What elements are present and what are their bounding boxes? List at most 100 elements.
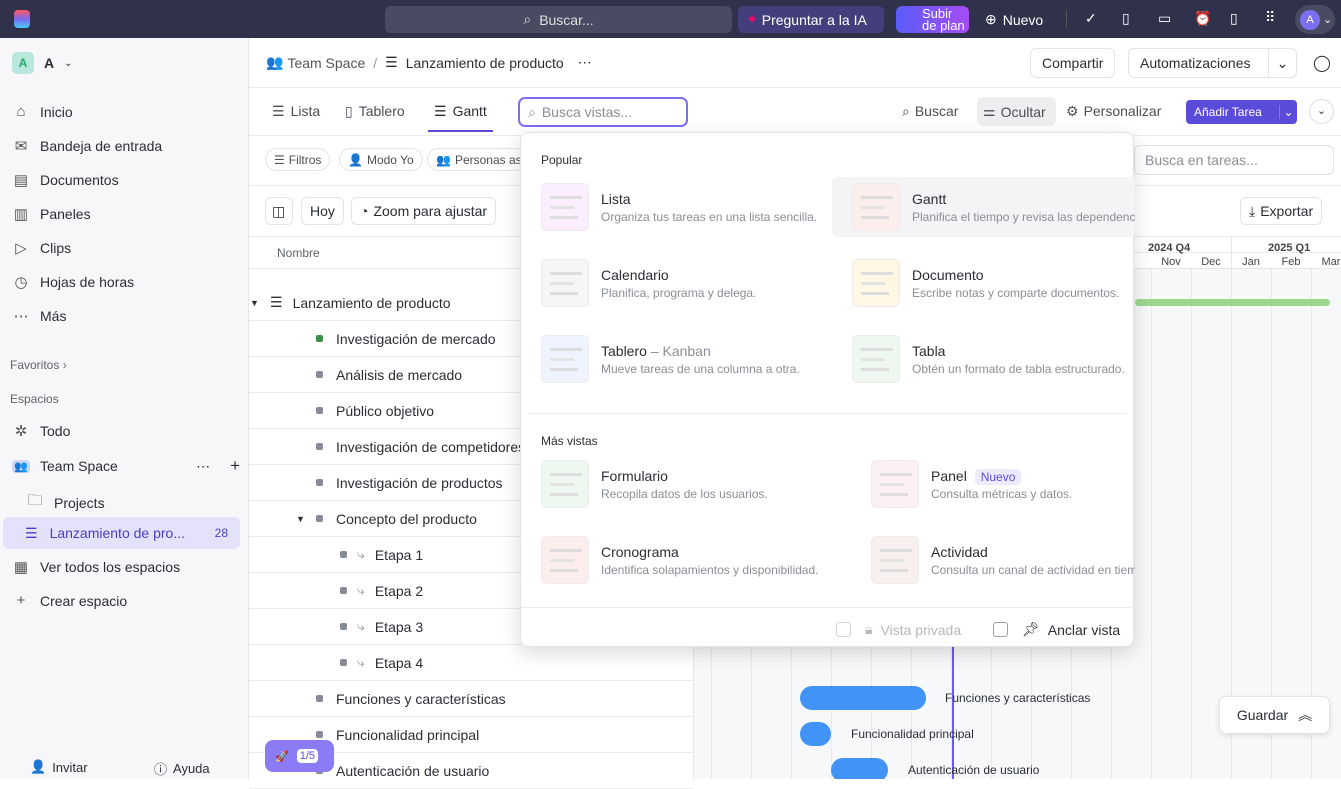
month-label: Dec [1201, 256, 1221, 268]
share-button[interactable]: Compartir [1030, 48, 1116, 78]
collapse-toolbar-button[interactable]: ⌄ [1309, 99, 1334, 124]
column-header-name[interactable]: Nombre [277, 246, 320, 260]
user-plus-icon: 👤 [30, 759, 47, 774]
upgrade-button[interactable]: Subir de plan [896, 6, 969, 33]
status-dot[interactable] [340, 551, 347, 558]
table-row[interactable]: ⤷ Etapa 4 [249, 645, 693, 681]
tab-2[interactable]: ☰ Gantt [428, 103, 493, 132]
today-button[interactable]: Hoy [301, 197, 344, 225]
gantt-bar[interactable] [800, 686, 926, 710]
alarm-icon[interactable]: ⏰ [1194, 10, 1211, 27]
plus-icon: + [16, 592, 26, 609]
more-icon[interactable]: ⋯ [578, 54, 592, 71]
download-icon: ⤓ [1249, 202, 1256, 219]
gantt-bar-label: Funcionalidad principal [851, 727, 974, 741]
view-option[interactable]: Formulario Recopila datos de los usuarios… [521, 454, 821, 514]
onboarding-pager[interactable]: 🚀 1/5 [265, 740, 334, 772]
caret-down-icon[interactable]: ▼ [296, 514, 305, 524]
zoom-fit-button[interactable]: ◔ Zoom para ajustar [351, 197, 497, 225]
plus-icon[interactable]: + [230, 456, 240, 476]
tab-0[interactable]: ☰ Lista [272, 103, 320, 120]
view-option[interactable]: Lista Organiza tus tareas en una lista se… [521, 177, 821, 237]
save-button[interactable]: Guardar ︽ [1219, 696, 1330, 734]
sidebar-item-3[interactable]: ▥ Paneles [12, 205, 91, 223]
view-option[interactable]: Calendario Planifica, programa y delega. [521, 253, 821, 313]
subtask-icon: ⤷ [357, 546, 365, 562]
more-icon[interactable]: ⋯ [196, 458, 210, 475]
page-title[interactable]: Lanzamiento de producto [406, 55, 564, 71]
sidebar-item-see-all-spaces[interactable]: ▦ Ver todos los espacios [12, 558, 180, 576]
view-option[interactable]: Tablero – Kanban Mueve tareas de una colu… [521, 329, 821, 389]
view-search-input[interactable]: ⌕ Busca vistas... [518, 97, 688, 127]
view-option[interactable]: Documento Escribe notas y comparte docume… [832, 253, 1135, 313]
export-button[interactable]: ⤓ Exportar [1240, 197, 1323, 225]
add-task-button[interactable]: Añadir Tarea ⌄ [1186, 100, 1297, 124]
hide-button[interactable]: ⚌ Ocultar [977, 97, 1056, 126]
sparkle-icon: ✦ [746, 11, 758, 27]
sidebar-item-create-space[interactable]: + Crear espacio [12, 592, 128, 609]
sidebar-item-5[interactable]: ◷ Hojas de horas [12, 273, 134, 291]
view-thumbnail [541, 183, 589, 231]
private-view-toggle[interactable]: 🔒︎ Vista privada [836, 621, 961, 638]
task-search-input[interactable]: Busca en tareas... [1134, 145, 1334, 175]
automations-button[interactable]: Automatizaciones ⌄ [1128, 48, 1297, 78]
sidebar-item-all[interactable]: ✲ Todo [12, 422, 71, 440]
tab-1[interactable]: ▯ Tablero [345, 103, 405, 120]
assignees-chip[interactable]: 👥Personas asignadas [427, 148, 527, 171]
sidebar-item-projects[interactable]: 🗀 Projects [26, 490, 104, 515]
status-dot[interactable] [340, 587, 347, 594]
status-dot[interactable] [340, 623, 347, 630]
status-dot[interactable] [316, 515, 323, 522]
sidebar-item-1[interactable]: ✉ Bandeja de entrada [12, 137, 163, 155]
me-mode-chip[interactable]: 👤 Modo Yo [339, 148, 423, 171]
favorites-section[interactable]: Favoritos › [10, 358, 67, 372]
sidebar-item-current-list[interactable]: ☰ Lanzamiento de pro... 28 [3, 517, 240, 549]
gantt-bar-label: Autenticación de usuario [908, 763, 1040, 777]
caret-down-icon[interactable]: ▼ [250, 298, 259, 308]
view-option[interactable]: Actividad Consulta un canal de actividad … [851, 530, 1135, 590]
avatar[interactable]: A ⌄ [1295, 5, 1335, 34]
app-logo[interactable] [14, 10, 30, 28]
gantt-bar[interactable] [800, 722, 831, 746]
global-search[interactable]: ⌕ Buscar... [385, 6, 732, 33]
sidebar-toggle-button[interactable]: ◫ [265, 197, 293, 225]
new-button[interactable]: ⊕ Nuevo [985, 6, 1043, 33]
apps-grid-icon[interactable]: ⠿ [1265, 9, 1275, 26]
docs-icon: ▤ [13, 172, 29, 189]
view-option[interactable]: Tabla Obtén un formato de tabla estructur… [832, 329, 1135, 389]
ask-ai-button[interactable]: ✦ Preguntar a la IA [738, 6, 884, 33]
help-button[interactable]: ⓘ Ayuda [154, 759, 210, 778]
view-option[interactable]: Gantt Planifica el tiempo y revisa las de… [832, 177, 1135, 237]
sidebar-item-team-space[interactable]: 👥 Team Space ⋯ + [12, 456, 240, 476]
workspace-switcher[interactable]: A A ⌄ [12, 52, 73, 74]
notepad-icon[interactable]: ▯ [1122, 10, 1130, 27]
gantt-bar[interactable] [831, 758, 888, 779]
sidebar-item-4[interactable]: ▷ Clips [12, 239, 71, 257]
status-dot[interactable] [340, 659, 347, 666]
status-dot[interactable] [316, 335, 323, 342]
status-dot[interactable] [316, 479, 323, 486]
sidebar-item-2[interactable]: ▤ Documentos [12, 171, 119, 189]
status-dot[interactable] [316, 695, 323, 702]
check-circle-icon[interactable]: ✓ [1085, 10, 1097, 27]
status-dot[interactable] [316, 371, 323, 378]
status-dot[interactable] [316, 443, 323, 450]
sidebar-item-6[interactable]: ⋯ Más [12, 307, 67, 325]
status-dot[interactable] [316, 407, 323, 414]
view-option[interactable]: Cronograma Identifica solapamientos y dis… [521, 530, 821, 590]
search-button[interactable]: ⌕ Buscar [902, 103, 958, 120]
doc-icon[interactable]: ▯ [1230, 10, 1238, 27]
video-icon[interactable]: ▭ [1158, 10, 1171, 27]
table-row[interactable]: Funciones y características [249, 681, 693, 717]
chevron-down-icon[interactable]: ⌄ [1268, 49, 1296, 77]
customize-button[interactable]: ⚙ Personalizar [1066, 103, 1161, 120]
pin-view-toggle[interactable]: 📌︎ Anclar vista [993, 621, 1120, 638]
chat-icon[interactable]: ◯ [1313, 53, 1331, 73]
filters-chip[interactable]: ☰ Filtros [265, 148, 331, 171]
invite-button[interactable]: 👤 Invitar [30, 759, 88, 775]
sidebar-item-0[interactable]: ⌂ Inicio [12, 103, 72, 120]
status-dot[interactable] [316, 731, 323, 738]
view-option[interactable]: Panel Nuevo Consulta métricas y datos. [851, 454, 1135, 514]
breadcrumb-space[interactable]: Team Space [287, 55, 365, 71]
summary-bar[interactable] [1135, 299, 1330, 306]
